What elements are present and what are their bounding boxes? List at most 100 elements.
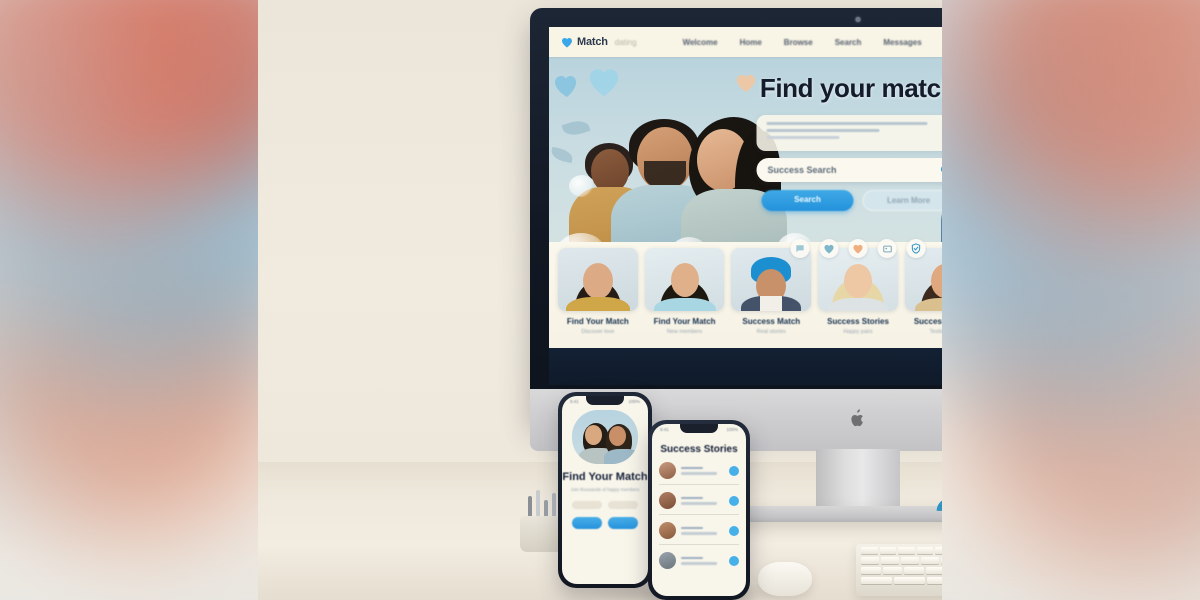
- profile-card-subtitle: Happy pairs: [843, 329, 873, 335]
- phone-left-screen: 9:41 100% Find Your Match Join thousands…: [562, 396, 648, 584]
- profile-card[interactable]: Success Stories Happy pairs: [818, 248, 898, 348]
- status-time: 9:41: [570, 399, 579, 404]
- list-item-name: [681, 526, 704, 529]
- phone-left-buttons: [562, 517, 648, 529]
- phone-hero-photo: [572, 410, 638, 464]
- avatar: [659, 522, 676, 539]
- phone-right-title: Success Stories: [660, 444, 738, 455]
- list-item[interactable]: [659, 522, 739, 545]
- profile-card-title: Success Stories: [827, 317, 889, 326]
- phone-login-button[interactable]: [608, 517, 638, 529]
- list-item-name: [681, 556, 704, 559]
- chat-badge-icon[interactable]: [729, 525, 739, 536]
- nav-link-home[interactable]: Home: [740, 38, 762, 47]
- list-item[interactable]: [659, 462, 739, 485]
- profile-card-subtitle: Discover love: [581, 329, 615, 335]
- learn-more-button[interactable]: Learn More: [862, 190, 942, 211]
- profile-card-subtitle: Real stories: [756, 329, 786, 335]
- hero-section: Find your match Success Search Search Le…: [549, 57, 942, 272]
- brand-name: Match: [577, 36, 608, 48]
- list-item-detail: [681, 502, 718, 505]
- phone-notch: [680, 424, 718, 433]
- hero-search-panel: Success Search Search Learn More: [756, 115, 943, 211]
- search-bar[interactable]: Success Search: [756, 158, 943, 182]
- keyboard-row: [856, 577, 942, 584]
- list-item-text: [681, 526, 724, 535]
- website: Match dating Welcome Home Browse Search …: [549, 27, 942, 385]
- webcam-dot: [855, 17, 861, 22]
- hero-cta-row: Search Learn More: [757, 190, 942, 211]
- profile-card[interactable]: Find Your Match New members: [644, 248, 725, 348]
- nav-link-search[interactable]: Search: [835, 38, 862, 47]
- search-icon[interactable]: [940, 164, 943, 176]
- brand-tagline: dating: [614, 37, 637, 47]
- chat-icon[interactable]: [790, 239, 810, 258]
- hero-title: Find your match: [759, 73, 942, 103]
- feature-icon-row: [790, 239, 926, 258]
- placeholder-line: [766, 136, 840, 139]
- list-item[interactable]: [659, 492, 739, 515]
- list-item-detail: [681, 562, 718, 565]
- keyboard-row: [856, 547, 942, 554]
- list-item-name: [681, 496, 704, 499]
- photo-icon[interactable]: [877, 239, 897, 258]
- phone-notch: [586, 396, 624, 405]
- list-item-detail: [681, 472, 718, 475]
- list-item-text: [681, 556, 724, 565]
- person-icon-label: Member: [934, 518, 942, 523]
- chat-badge-icon[interactable]: [729, 495, 739, 506]
- phone-left-fields: [562, 501, 648, 509]
- phone-input-field[interactable]: [572, 501, 602, 509]
- profile-card[interactable]: Success Match Real stories: [731, 248, 812, 348]
- profile-card[interactable]: Find Your Match Discover love: [558, 248, 638, 348]
- monitor-screen: Match dating Welcome Home Browse Search …: [549, 27, 942, 385]
- status-time: 9:41: [660, 427, 669, 432]
- profile-photo[interactable]: [644, 248, 725, 311]
- chat-badge-icon[interactable]: [729, 465, 739, 476]
- placeholder-line: [766, 122, 928, 125]
- imac-monitor: Match dating Welcome Home Browse Search …: [530, 8, 942, 522]
- phone-input-field[interactable]: [608, 501, 638, 509]
- shield-icon[interactable]: [906, 239, 926, 258]
- profile-photo[interactable]: [558, 248, 638, 311]
- status-battery: 100%: [726, 427, 738, 432]
- profile-card-title: Find Your Match: [566, 317, 629, 326]
- person-icon-item[interactable]: Member: [934, 476, 942, 523]
- nav-links: Welcome Home Browse Search Messages Netw…: [683, 38, 942, 47]
- list-item[interactable]: [659, 552, 739, 574]
- placeholder-line: [766, 129, 880, 132]
- monitor-stand-foot: [738, 506, 942, 522]
- avatar: [659, 492, 676, 509]
- chat-badge-icon[interactable]: [729, 555, 739, 566]
- person-icon-group: Member Member Member: [934, 474, 942, 523]
- list-item-name: [681, 466, 704, 469]
- search-input[interactable]: Success Search: [768, 165, 940, 175]
- phone-left-title: Find Your Match: [562, 471, 648, 483]
- list-item-detail: [681, 532, 718, 535]
- list-item-text: [681, 496, 724, 505]
- status-battery: 100%: [628, 399, 640, 404]
- keyboard-row: [856, 557, 942, 564]
- heart-filled-icon[interactable]: [848, 239, 868, 258]
- avatar: [659, 552, 676, 569]
- desk-scene: Match dating Welcome Home Browse Search …: [258, 0, 942, 600]
- profile-card[interactable]: Success Stories Testimonials: [904, 248, 942, 348]
- hero-text-card: [756, 115, 942, 151]
- search-button[interactable]: Search: [761, 190, 854, 211]
- mouse[interactable]: [758, 562, 812, 596]
- profile-card-title: Success Stories: [913, 317, 942, 326]
- phone-left: 9:41 100% Find Your Match Join thousands…: [558, 392, 652, 588]
- keyboard[interactable]: [856, 544, 942, 596]
- phone-signup-button[interactable]: [572, 517, 602, 529]
- nav-link-messages[interactable]: Messages: [883, 38, 921, 47]
- heart-icon[interactable]: [819, 239, 839, 258]
- person-icon: [936, 500, 942, 511]
- keyboard-row: [856, 567, 942, 574]
- list-item-text: [681, 466, 724, 475]
- nav-link-welcome[interactable]: Welcome: [683, 38, 718, 47]
- nav-link-browse[interactable]: Browse: [784, 38, 813, 47]
- profile-card-title: Find Your Match: [653, 317, 716, 326]
- brand-logo[interactable]: Match dating: [561, 36, 637, 48]
- leaf-decor: [561, 117, 591, 139]
- phone-left-subtitle: Join thousands of happy members: [570, 487, 640, 492]
